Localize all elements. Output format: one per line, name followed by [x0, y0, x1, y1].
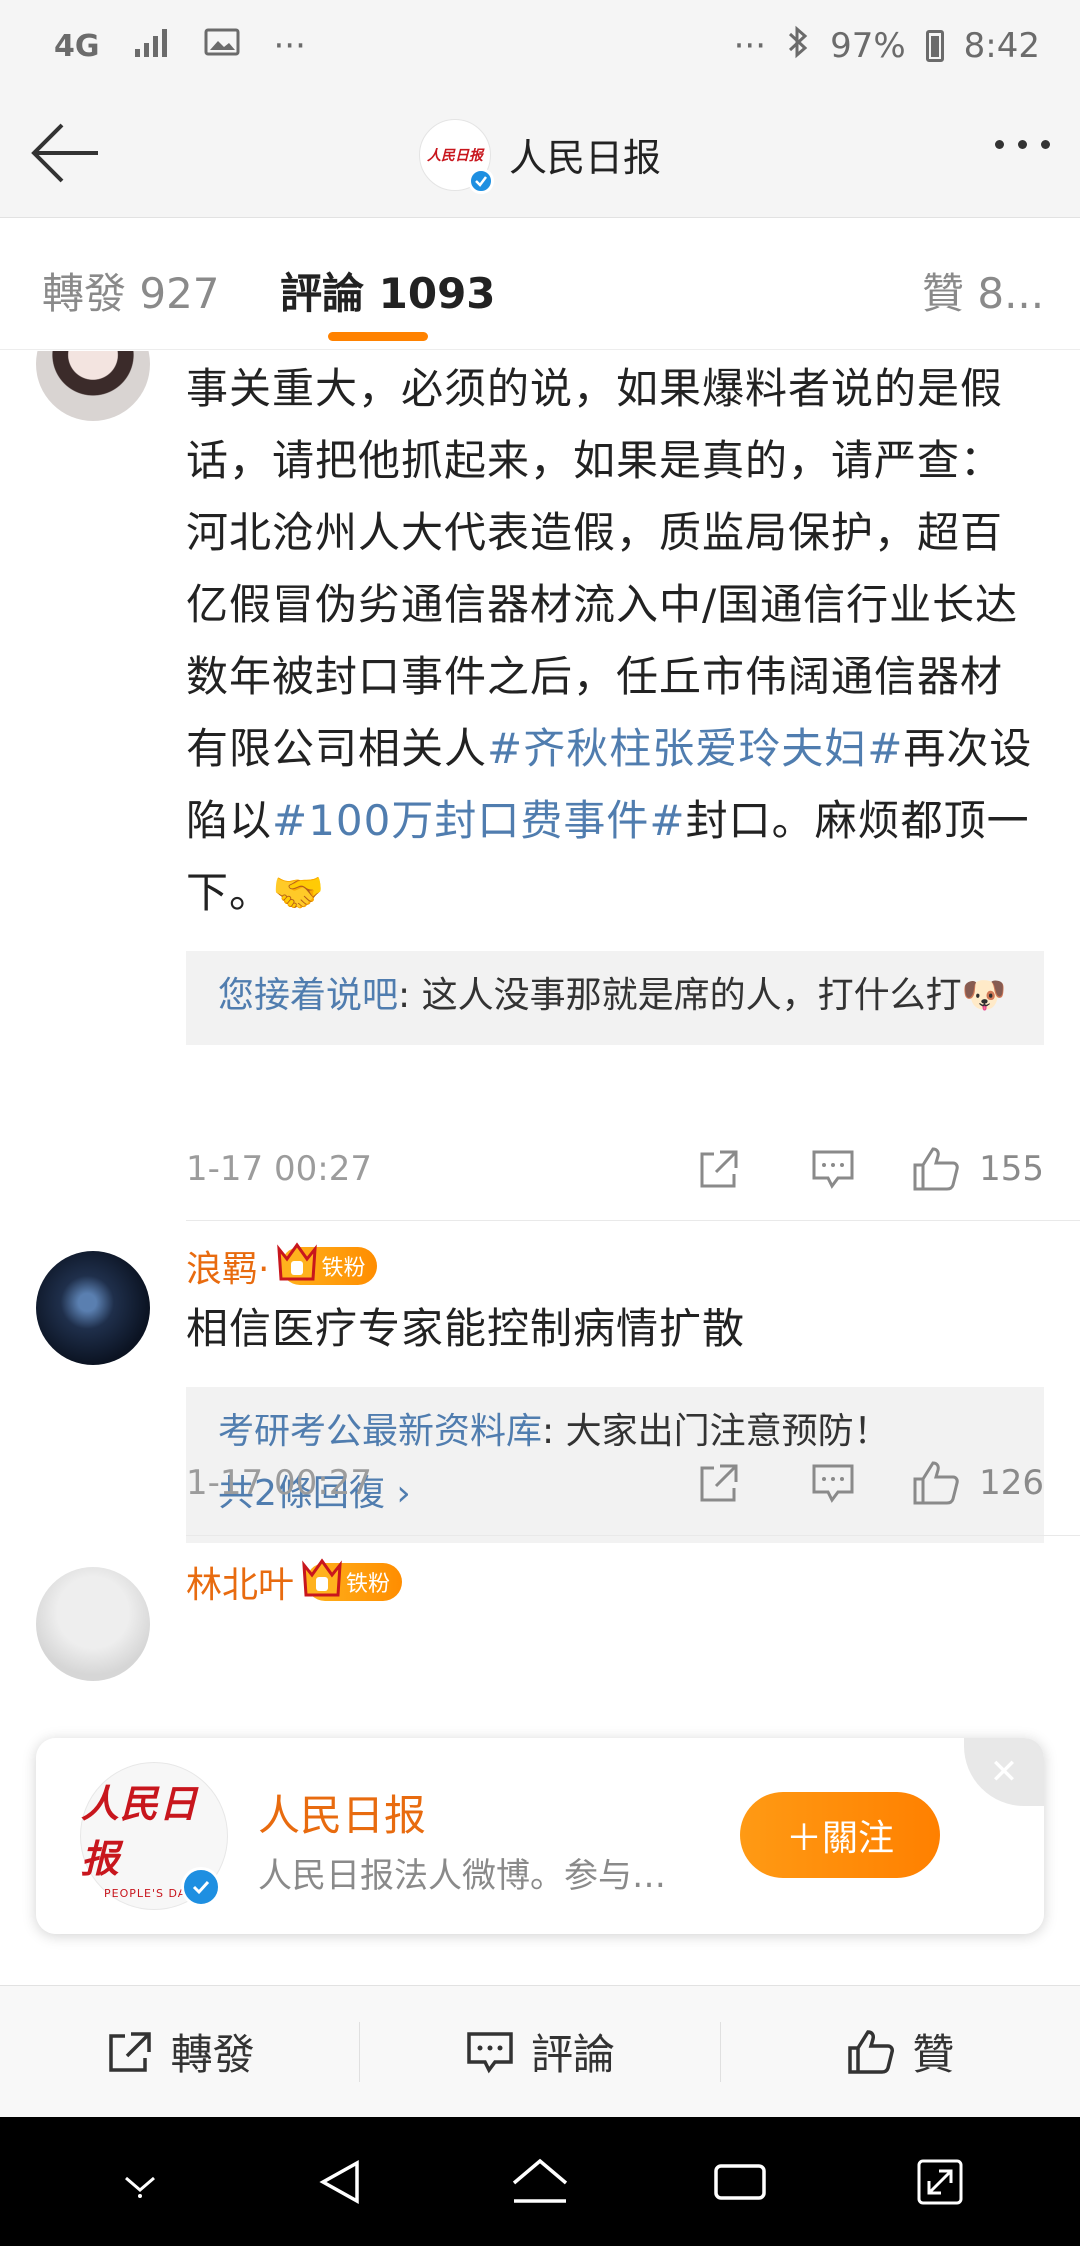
- comment-text-part: 事关重大，必须的说，如果爆料者说的是假话，请把他抓起来，如果是真的，请严查：河北…: [186, 364, 1019, 773]
- author-name[interactable]: 林北叶: [186, 1556, 294, 1608]
- back-nav-icon[interactable]: [300, 2142, 380, 2222]
- reply-author[interactable]: 考研考公最新资料库: [218, 1411, 542, 1452]
- crown-icon: [302, 1558, 342, 1597]
- share-icon: [108, 2031, 151, 2072]
- more-status-icons: ···: [733, 26, 767, 66]
- reply-author[interactable]: 您接着说吧: [218, 975, 398, 1016]
- divider: [186, 1535, 1080, 1536]
- comment-text: 相信医疗专家能控制病情扩散: [186, 1304, 746, 1353]
- reply-text: : 这人没事那就是席的人，打什么打🐶: [398, 975, 1007, 1016]
- signal-icon: [134, 26, 170, 66]
- comment-body: 林北叶 铁粉: [186, 1557, 1044, 1607]
- more-notifications: ···: [273, 26, 306, 66]
- popup-account-desc: 人民日报法人微博。参与…: [258, 1856, 666, 1896]
- comment-icon[interactable]: [809, 1459, 857, 1507]
- comment-time: 1-17 00:27: [186, 1149, 372, 1189]
- fan-badge: 铁粉: [302, 1558, 403, 1601]
- tab-bar: 轉發 927 評論 1093 贊 8...: [0, 218, 1080, 350]
- avatar[interactable]: [36, 1251, 150, 1365]
- comment-meta: 1-17 00:27 126: [186, 1453, 1044, 1513]
- like-button[interactable]: 155: [911, 1145, 1044, 1193]
- page-title: 人民日报: [508, 136, 661, 180]
- comment-button[interactable]: 評論: [360, 2012, 719, 2092]
- gallery-icon: [204, 26, 240, 66]
- top-nav: 人民日报 人民日报: [0, 92, 1080, 218]
- follow-button[interactable]: ＋關注: [740, 1792, 940, 1878]
- topic-link[interactable]: #齐秋柱张爱玲夫妇#: [487, 724, 903, 773]
- clock: 8:42: [963, 26, 1040, 66]
- tab-repost[interactable]: 轉發 927: [42, 260, 220, 321]
- recents-icon[interactable]: [700, 2142, 780, 2222]
- close-icon[interactable]: ✕: [964, 1738, 1044, 1806]
- dot-icon: [1041, 140, 1050, 149]
- avatar[interactable]: [36, 351, 150, 421]
- topic-link[interactable]: #100万封口费事件#: [272, 796, 686, 845]
- logo-text: 人民日报: [81, 1780, 199, 1881]
- comment-icon: [467, 2031, 513, 2073]
- badge-label: 铁粉: [346, 1572, 391, 1597]
- comment-label: 評論: [530, 2030, 615, 2079]
- verified-icon: [467, 167, 494, 194]
- reply-box[interactable]: 您接着说吧: 这人没事那就是席的人，打什么打🐶: [186, 951, 1044, 1045]
- repost-button[interactable]: 轉發: [0, 2012, 359, 2092]
- dot-icon: [1018, 140, 1027, 149]
- thumbs-up-icon: [913, 1147, 959, 1191]
- system-nav-bar: [0, 2117, 1080, 2246]
- tab-likes[interactable]: 贊 8...: [922, 260, 1044, 321]
- comment-body: 事关重大，必须的说，如果爆料者说的是假话，请把他抓起来，如果是真的，请严查：河北…: [186, 353, 1044, 1045]
- battery-icon: [925, 30, 944, 62]
- like-button[interactable]: 126: [911, 1459, 1044, 1507]
- thumbs-up-icon: [848, 2029, 895, 2074]
- more-menu-button[interactable]: [995, 140, 1050, 149]
- author-name[interactable]: 浪羁·: [186, 1240, 269, 1292]
- share-icon[interactable]: [695, 1145, 743, 1193]
- avatar[interactable]: [36, 1567, 150, 1681]
- popup-account-name[interactable]: 人民日报: [258, 1782, 426, 1843]
- account-header[interactable]: 人民日报 人民日报: [418, 118, 661, 194]
- verified-icon: [181, 1867, 221, 1907]
- tab-comments[interactable]: 評論 1093: [280, 260, 496, 321]
- network-indicator: 4G: [54, 28, 100, 64]
- divider: [186, 1220, 1080, 1221]
- expand-icon[interactable]: [900, 2142, 980, 2222]
- comment-meta: 1-17 00:27 155: [186, 1139, 1044, 1199]
- fan-badge: 铁粉: [277, 1242, 378, 1285]
- back-arrow-icon: [31, 123, 98, 183]
- comment-author: 浪羁· 铁粉: [186, 1241, 1044, 1291]
- bluetooth-icon: [786, 25, 810, 68]
- status-bar: 4G ··· ··· 97% 8:42: [0, 0, 1080, 92]
- crown-icon: [277, 1242, 318, 1281]
- like-label: 贊: [912, 2030, 955, 2079]
- active-tab-indicator: [328, 332, 428, 341]
- back-button[interactable]: [26, 118, 106, 188]
- comment-text: 事关重大，必须的说，如果爆料者说的是假话，请把他抓起来，如果是真的，请严查：河北…: [186, 353, 1044, 929]
- battery-percent: 97%: [830, 26, 906, 66]
- account-avatar[interactable]: 人民日报: [418, 118, 494, 194]
- like-button[interactable]: 贊: [721, 2012, 1080, 2092]
- dot-icon: [995, 140, 1004, 149]
- home-icon[interactable]: [500, 2142, 580, 2222]
- badge-label: 铁粉: [321, 1256, 366, 1281]
- follow-popup[interactable]: 人民日报 PEOPLE'S DAILY 人民日报 人民日报法人微博。参与… ＋關…: [36, 1738, 1044, 1934]
- like-count: 126: [979, 1463, 1044, 1503]
- comment-time: 1-17 00:27: [186, 1463, 372, 1503]
- thumbs-up-icon: [913, 1461, 959, 1505]
- comment-author: 林北叶 铁粉: [186, 1557, 1044, 1607]
- popup-avatar[interactable]: 人民日报 PEOPLE'S DAILY: [80, 1762, 228, 1910]
- bottom-action-bar: 轉發 評論 贊: [0, 1985, 1080, 2117]
- share-icon[interactable]: [695, 1459, 743, 1507]
- reply-text: : 大家出门注意预防！: [542, 1411, 890, 1452]
- comment-icon[interactable]: [809, 1145, 857, 1193]
- like-count: 155: [979, 1149, 1044, 1189]
- chevron-down-icon[interactable]: [100, 2142, 180, 2222]
- repost-label: 轉發: [170, 2030, 255, 2079]
